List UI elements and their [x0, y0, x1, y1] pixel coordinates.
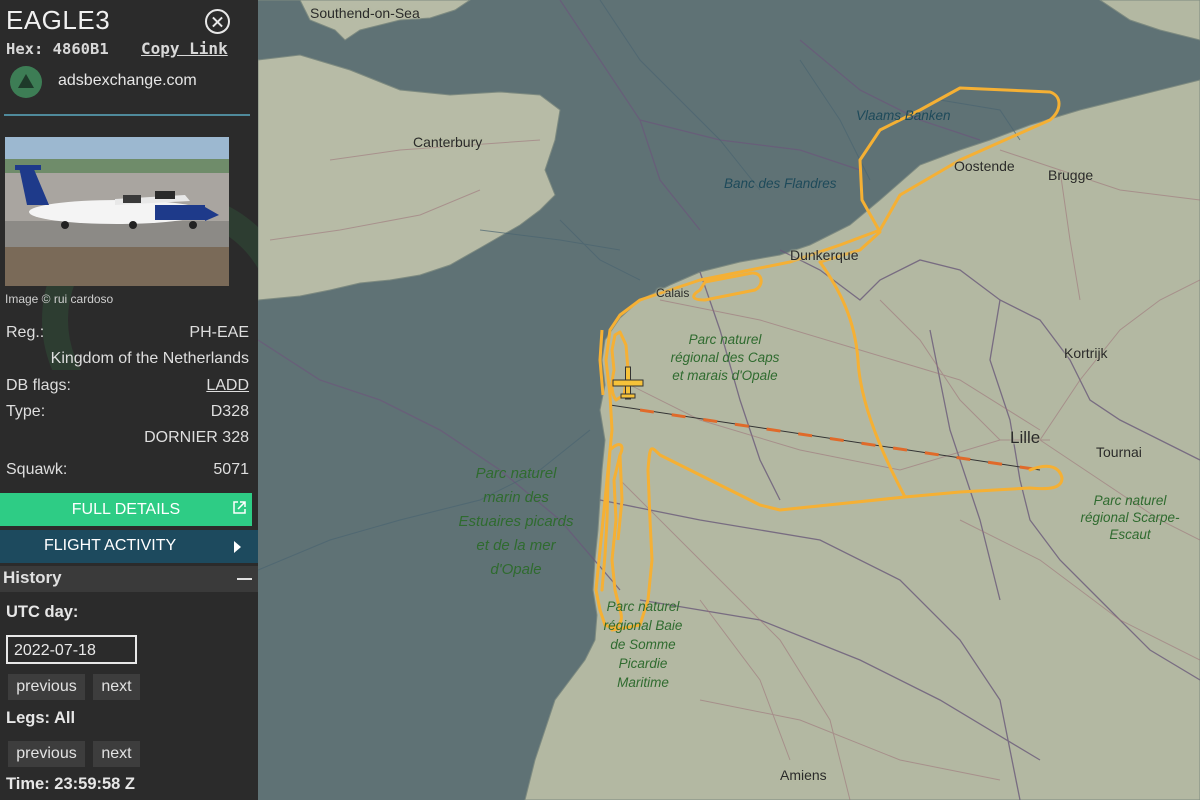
day-previous-button[interactable]: previous: [8, 674, 85, 700]
copy-link[interactable]: Copy Link: [141, 39, 228, 58]
time-label: Time: 23:59:58 Z: [6, 775, 136, 793]
day-next-button[interactable]: next: [93, 674, 140, 700]
place-label-kortrijk: Kortrijk: [1064, 345, 1108, 361]
full-details-button[interactable]: FULL DETAILS: [0, 493, 252, 526]
divider: [4, 114, 250, 116]
hex-value: 4860B1: [52, 40, 109, 58]
country-value: Kingdom of the Netherlands: [50, 350, 249, 367]
adsbx-logo-icon[interactable]: [10, 66, 42, 98]
map-view[interactable]: Southend-on-Sea Canterbury Brugge Oosten…: [258, 0, 1200, 800]
aircraft-info-panel: EAGLE3 Hex: 4860B1 Copy Link adsbexchang…: [0, 0, 258, 800]
leg-next-button[interactable]: next: [93, 741, 140, 767]
sea-label-vlaams-banken: Vlaams Banken: [856, 108, 951, 123]
sea-label-banc-des-flandres: Banc des Flandres: [724, 176, 837, 191]
db-flags-link[interactable]: LADD: [206, 377, 249, 395]
callsign: EAGLE3: [6, 5, 111, 35]
hex-row: Hex: 4860B1: [6, 40, 109, 58]
registration-value: PH-EAE: [189, 324, 249, 341]
place-label-canterbury: Canterbury: [413, 134, 483, 150]
map-canvas[interactable]: [258, 0, 1200, 800]
place-label-dunkerque: Dunkerque: [790, 247, 859, 263]
place-label-tournai: Tournai: [1096, 444, 1142, 460]
squawk-value: 5071: [213, 461, 249, 478]
hex-label: Hex:: [6, 40, 44, 58]
photo-credit: Image © rui cardoso: [5, 292, 114, 306]
park-label-baie-de-somme: Parc naturel régional Baie de Somme Pica…: [603, 599, 683, 690]
park-label-estuaires-picards: Parc naturel marin des Estuaires picards…: [458, 465, 574, 578]
park-label-scarpe-escaut: Parc naturel régional Scarpe-Escaut: [1080, 493, 1180, 542]
legs-label: Legs: All: [6, 709, 76, 727]
type-code-value: D328: [210, 403, 249, 420]
db-flags-label: DB flags:: [6, 377, 71, 394]
park-label-caps-marais: Parc naturel régional des Caps et marais…: [670, 332, 780, 383]
type-name-value: DORNIER 328: [144, 429, 249, 446]
squawk-label: Squawk:: [6, 461, 68, 478]
flight-activity-button[interactable]: FLIGHT ACTIVITY: [0, 530, 258, 563]
utc-day-label: UTC day:: [6, 603, 79, 621]
place-label-oostende: Oostende: [954, 158, 1015, 174]
minus-icon[interactable]: [237, 578, 252, 580]
place-label-amiens: Amiens: [780, 767, 827, 783]
type-label: Type:: [6, 403, 46, 420]
place-label-brugge: Brugge: [1048, 167, 1094, 183]
place-label-lille: Lille: [1010, 428, 1041, 447]
registration-label: Reg.:: [6, 324, 45, 341]
place-label-calais: Calais: [656, 286, 690, 300]
history-section-header[interactable]: History: [0, 566, 258, 592]
utc-day-input[interactable]: [6, 635, 137, 664]
flight-activity-label: FLIGHT ACTIVITY: [44, 537, 177, 554]
full-details-label: FULL DETAILS: [71, 501, 181, 518]
leg-previous-button[interactable]: previous: [8, 741, 85, 767]
chevron-right-icon: [234, 541, 241, 553]
aircraft-photo[interactable]: [5, 137, 229, 286]
external-link-icon: [233, 501, 246, 514]
source-link[interactable]: adsbexchange.com: [58, 72, 197, 90]
place-label-southend: Southend-on-Sea: [310, 5, 420, 21]
history-title: History: [3, 568, 62, 587]
close-icon[interactable]: [205, 9, 230, 34]
